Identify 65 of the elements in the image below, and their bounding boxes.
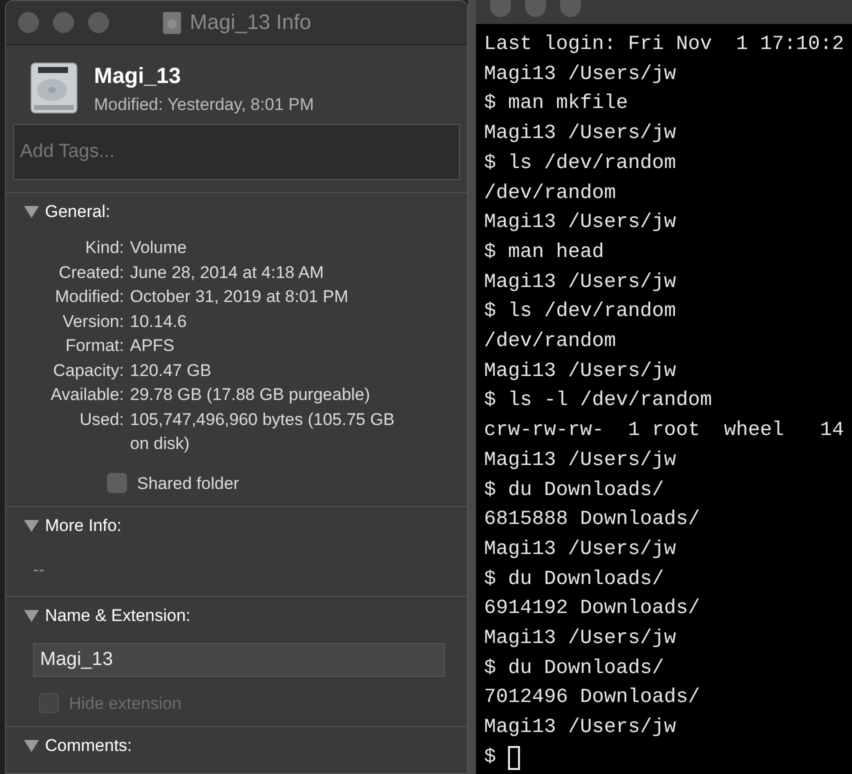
more-info-text: -- [32, 558, 46, 580]
zoom-button[interactable] [88, 12, 109, 33]
field-label: Format: [64, 335, 124, 357]
section-title: Name & Extension: [45, 605, 191, 627]
terminal-line: $ man head [484, 240, 606, 266]
section-title: General: [45, 200, 110, 222]
field-label: Created: [58, 262, 124, 284]
zoom-button[interactable] [560, 0, 581, 17]
section-title: More Info: [45, 515, 122, 537]
terminal-line: crw-rw-rw- 1 root wheel 14 [484, 418, 846, 444]
disclosure-triangle-icon[interactable] [24, 609, 39, 622]
field-label: Capacity: [52, 360, 124, 382]
disclosure-triangle-icon[interactable] [24, 204, 39, 218]
terminal-line: 6914192 Downloads/ [484, 596, 702, 622]
field-label: Available: [50, 384, 124, 406]
terminal-line: /dev/random [484, 329, 618, 356]
minimize-button[interactable] [525, 0, 546, 17]
field-value: June 28, 2014 at 4:18 AM [130, 262, 325, 284]
terminal-line: Magi13 /Users/jw [484, 121, 678, 148]
terminal-line: $ man mkfile [484, 91, 630, 118]
checkbox[interactable] [107, 473, 127, 494]
window-title: Magi_13 Info [190, 10, 312, 36]
terminal-line: $ du Downloads/ [484, 656, 666, 682]
terminal-line: Magi13 /Users/jw [484, 715, 678, 742]
name-field[interactable]: Magi_13 [33, 642, 445, 676]
field-label: Version: [62, 310, 124, 332]
modified-date: Modified: Yesterday, 8:01 PM [94, 94, 314, 116]
checkbox-label: Shared folder [137, 472, 240, 494]
field-label: Modified: [54, 286, 124, 308]
disclosure-triangle-icon[interactable] [24, 739, 39, 752]
close-button[interactable] [18, 12, 39, 33]
terminal-line: $ ls -l /dev/random [484, 388, 714, 414]
terminal-line: $ du Downloads/ [484, 566, 666, 593]
file-name: Magi_13 [94, 62, 182, 90]
terminal-line: Magi13 /Users/jw [484, 626, 678, 652]
section-title: Comments: [45, 735, 132, 757]
tags-field[interactable]: Add Tags... [13, 124, 460, 180]
terminal-line: $ ls /dev/random [484, 299, 678, 326]
field-value: October 31, 2019 at 8:01 PM [130, 286, 350, 308]
minimize-button[interactable] [53, 12, 74, 33]
cursor-icon [508, 746, 520, 770]
close-button[interactable] [490, 0, 511, 17]
field-label: Kind: [84, 237, 124, 259]
terminal-line: Magi13 /Users/jw [484, 210, 678, 236]
field-value: Volume [130, 237, 188, 259]
terminal-line: Magi13 /Users/jw [484, 536, 678, 563]
terminal-line: /dev/random [484, 180, 618, 207]
disclosure-triangle-icon[interactable] [24, 519, 39, 532]
terminal-line: Magi13 /Users/jw [484, 62, 678, 88]
terminal-line: 6815888 Downloads/ [484, 507, 702, 534]
terminal-line: 7012496 Downloads/ [484, 685, 702, 712]
terminal-line: $ ls /dev/random [484, 150, 678, 177]
field-value: 10.14.6 [130, 310, 188, 332]
terminal-line: $ [484, 744, 496, 771]
terminal-line: Magi13 /Users/jw [484, 448, 678, 474]
field-value: 120.47 GB [130, 360, 212, 382]
field-value: APFS [130, 335, 176, 357]
field-label: Used: [78, 408, 124, 430]
terminal-line: Magi13 /Users/jw [484, 270, 678, 296]
terminal-line: Magi13 /Users/jw [484, 358, 678, 385]
hard-drive-icon [30, 62, 78, 114]
field-value: 29.78 GB (17.88 GB purgeable) [130, 384, 372, 406]
terminal-line: Last login: Fri Nov 1 17:10:2 [484, 32, 846, 58]
terminal-line: $ du Downloads/ [484, 478, 666, 504]
field-value: 105,747,496,960 bytes (105.75 GB on disk) [130, 408, 396, 455]
